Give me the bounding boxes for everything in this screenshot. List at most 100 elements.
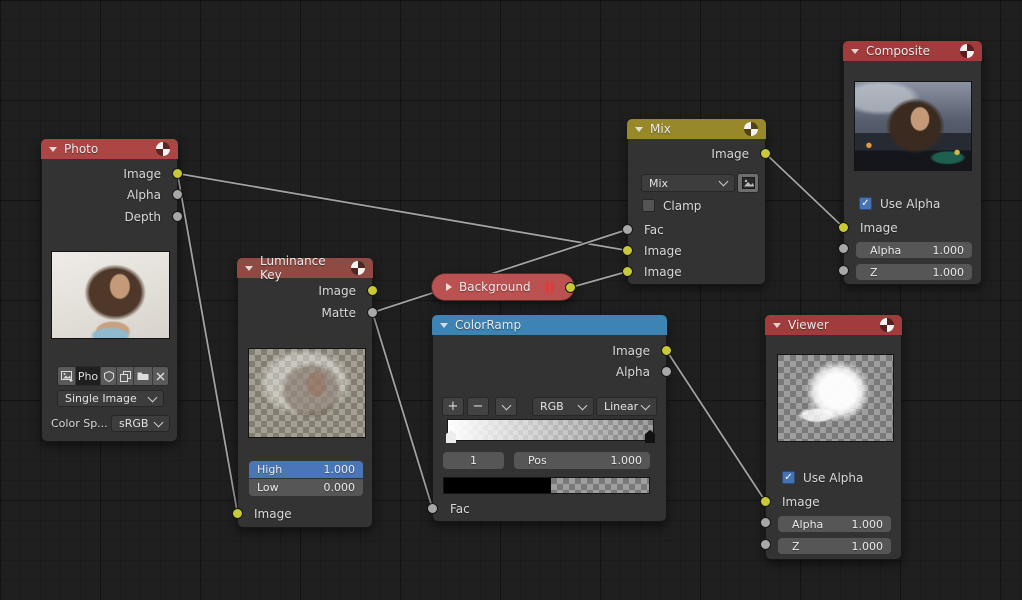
color-space-value: sRGB <box>119 417 148 430</box>
background-output-socket[interactable] <box>565 282 576 293</box>
ramp-stop-handle-1[interactable] <box>645 430 655 443</box>
new-image-button[interactable] <box>117 367 134 385</box>
interpolation-dropdown[interactable]: Linear <box>596 397 657 416</box>
shield-icon <box>104 371 114 382</box>
mix-image2-input-socket[interactable] <box>622 266 633 277</box>
alpha-field[interactable]: Alpha 1.000 <box>778 516 891 532</box>
output-label: Image <box>318 284 356 298</box>
viewer-z-input-socket[interactable] <box>760 539 771 550</box>
z-field[interactable]: Z 1.000 <box>856 264 972 280</box>
photo-image-output-socket[interactable] <box>172 168 183 179</box>
colorramp-alpha-output-socket[interactable] <box>661 366 672 377</box>
active-stop-index-field[interactable]: 1 <box>443 452 504 469</box>
node-composite-header[interactable]: Composite <box>843 41 982 61</box>
high-slider[interactable]: High 1.000 <box>249 461 363 478</box>
preview-sphere-icon <box>960 44 974 58</box>
node-link[interactable] <box>571 272 628 288</box>
position-slider[interactable]: Pos 1.000 <box>514 452 650 469</box>
collapse-arrow-icon[interactable] <box>773 323 781 328</box>
collapse-arrow-icon[interactable] <box>440 323 448 328</box>
input-label: Fac <box>644 223 664 237</box>
mix-image1-input-socket[interactable] <box>622 245 633 256</box>
ramp-stop-handle-0[interactable] <box>446 430 456 443</box>
blend-mode-dropdown[interactable]: Mix <box>641 174 735 192</box>
output-label: Image <box>612 344 650 358</box>
node-photo-header[interactable]: Photo <box>41 139 178 159</box>
preview-sphere-icon <box>880 318 894 332</box>
ramp-options-button[interactable] <box>495 397 517 416</box>
viewer-image-input-socket[interactable] <box>760 496 771 507</box>
chevron-down-icon <box>641 400 651 410</box>
alpha-field[interactable]: Alpha 1.000 <box>856 242 972 258</box>
node-luminance-key-header[interactable]: Luminance Key <box>237 258 373 278</box>
node-colorramp-header[interactable]: ColorRamp <box>432 315 667 335</box>
lumkey-image-input-socket[interactable] <box>232 508 243 519</box>
colorramp-fac-input-socket[interactable] <box>427 503 438 514</box>
node-title: Photo <box>64 142 98 156</box>
node-mix-header[interactable]: Mix <box>627 119 766 139</box>
mix-image-output-socket[interactable] <box>760 148 771 159</box>
node-link[interactable] <box>766 154 844 228</box>
node-link[interactable] <box>178 174 238 514</box>
viewer-alpha-input-socket[interactable] <box>760 517 771 528</box>
input-label: Fac <box>450 502 470 516</box>
chevron-down-icon <box>578 400 588 410</box>
mix-fac-input-socket[interactable] <box>622 224 633 235</box>
stop-color-swatch[interactable] <box>443 477 650 494</box>
use-alpha-checkbox[interactable] <box>859 197 872 210</box>
composite-image-input-socket[interactable] <box>838 222 849 233</box>
node-link[interactable] <box>178 174 628 251</box>
close-icon <box>156 372 165 381</box>
chevron-down-icon <box>719 177 729 187</box>
z-value: 1.000 <box>933 266 965 279</box>
collapse-arrow-icon[interactable] <box>245 266 253 271</box>
use-alpha-label: Use Alpha <box>803 471 863 485</box>
image-icon <box>742 177 755 189</box>
z-field[interactable]: Z 1.000 <box>778 538 891 554</box>
color-mode-dropdown[interactable]: RGB <box>532 397 594 416</box>
node-editor-background[interactable]: Photo Image Alpha Depth Pho <box>0 0 1022 600</box>
collapse-arrow-icon[interactable] <box>851 49 859 54</box>
image-source-value: Single Image <box>65 392 137 405</box>
add-stop-button[interactable]: + <box>442 397 464 416</box>
color-space-dropdown[interactable]: sRGB <box>111 415 170 432</box>
composite-z-input-socket[interactable] <box>838 265 849 276</box>
stop-color <box>444 478 551 493</box>
folder-icon <box>137 371 149 381</box>
z-label: Z <box>870 266 878 279</box>
lumkey-image-output-socket[interactable] <box>367 285 378 296</box>
alpha-value: 1.000 <box>852 518 884 531</box>
fake-user-button[interactable] <box>101 367 117 385</box>
image-source-dropdown[interactable]: Single Image <box>57 390 164 407</box>
photo-alpha-output-socket[interactable] <box>172 189 183 200</box>
use-alpha-toggle-button[interactable] <box>737 173 759 193</box>
input-label: Image <box>644 244 682 258</box>
alpha-label: Alpha <box>870 244 901 257</box>
color-ramp-gradient[interactable] <box>447 419 654 441</box>
unlink-image-button[interactable] <box>153 367 168 385</box>
collapse-arrow-icon[interactable] <box>635 127 643 132</box>
lumkey-matte-output-socket[interactable] <box>367 307 378 318</box>
image-name-field[interactable]: Pho <box>76 367 101 385</box>
node-link[interactable] <box>667 351 766 502</box>
expand-arrow-icon[interactable] <box>446 283 452 291</box>
composite-alpha-input-socket[interactable] <box>838 243 849 254</box>
open-image-button[interactable] <box>134 367 153 385</box>
image-browse-button[interactable] <box>58 367 76 385</box>
z-value: 1.000 <box>852 540 884 553</box>
node-background[interactable]: Background <box>431 273 575 301</box>
collapse-arrow-icon[interactable] <box>49 147 57 152</box>
use-alpha-checkbox[interactable] <box>782 471 795 484</box>
node-link[interactable] <box>373 313 433 509</box>
low-slider[interactable]: Low 0.000 <box>249 479 363 496</box>
colorramp-image-output-socket[interactable] <box>661 345 672 356</box>
color-mode-value: RGB <box>540 400 564 413</box>
node-photo: Photo Image Alpha Depth Pho <box>41 139 178 442</box>
clamp-checkbox[interactable] <box>642 199 655 212</box>
remove-stop-button[interactable]: − <box>467 397 489 416</box>
node-viewer-header[interactable]: Viewer <box>765 315 902 335</box>
node-title: Viewer <box>788 318 829 332</box>
photo-depth-output-socket[interactable] <box>172 211 183 222</box>
node-mix: Mix Image Mix Clamp Fac Image Image <box>627 119 766 285</box>
preview-sphere-icon <box>351 261 365 275</box>
